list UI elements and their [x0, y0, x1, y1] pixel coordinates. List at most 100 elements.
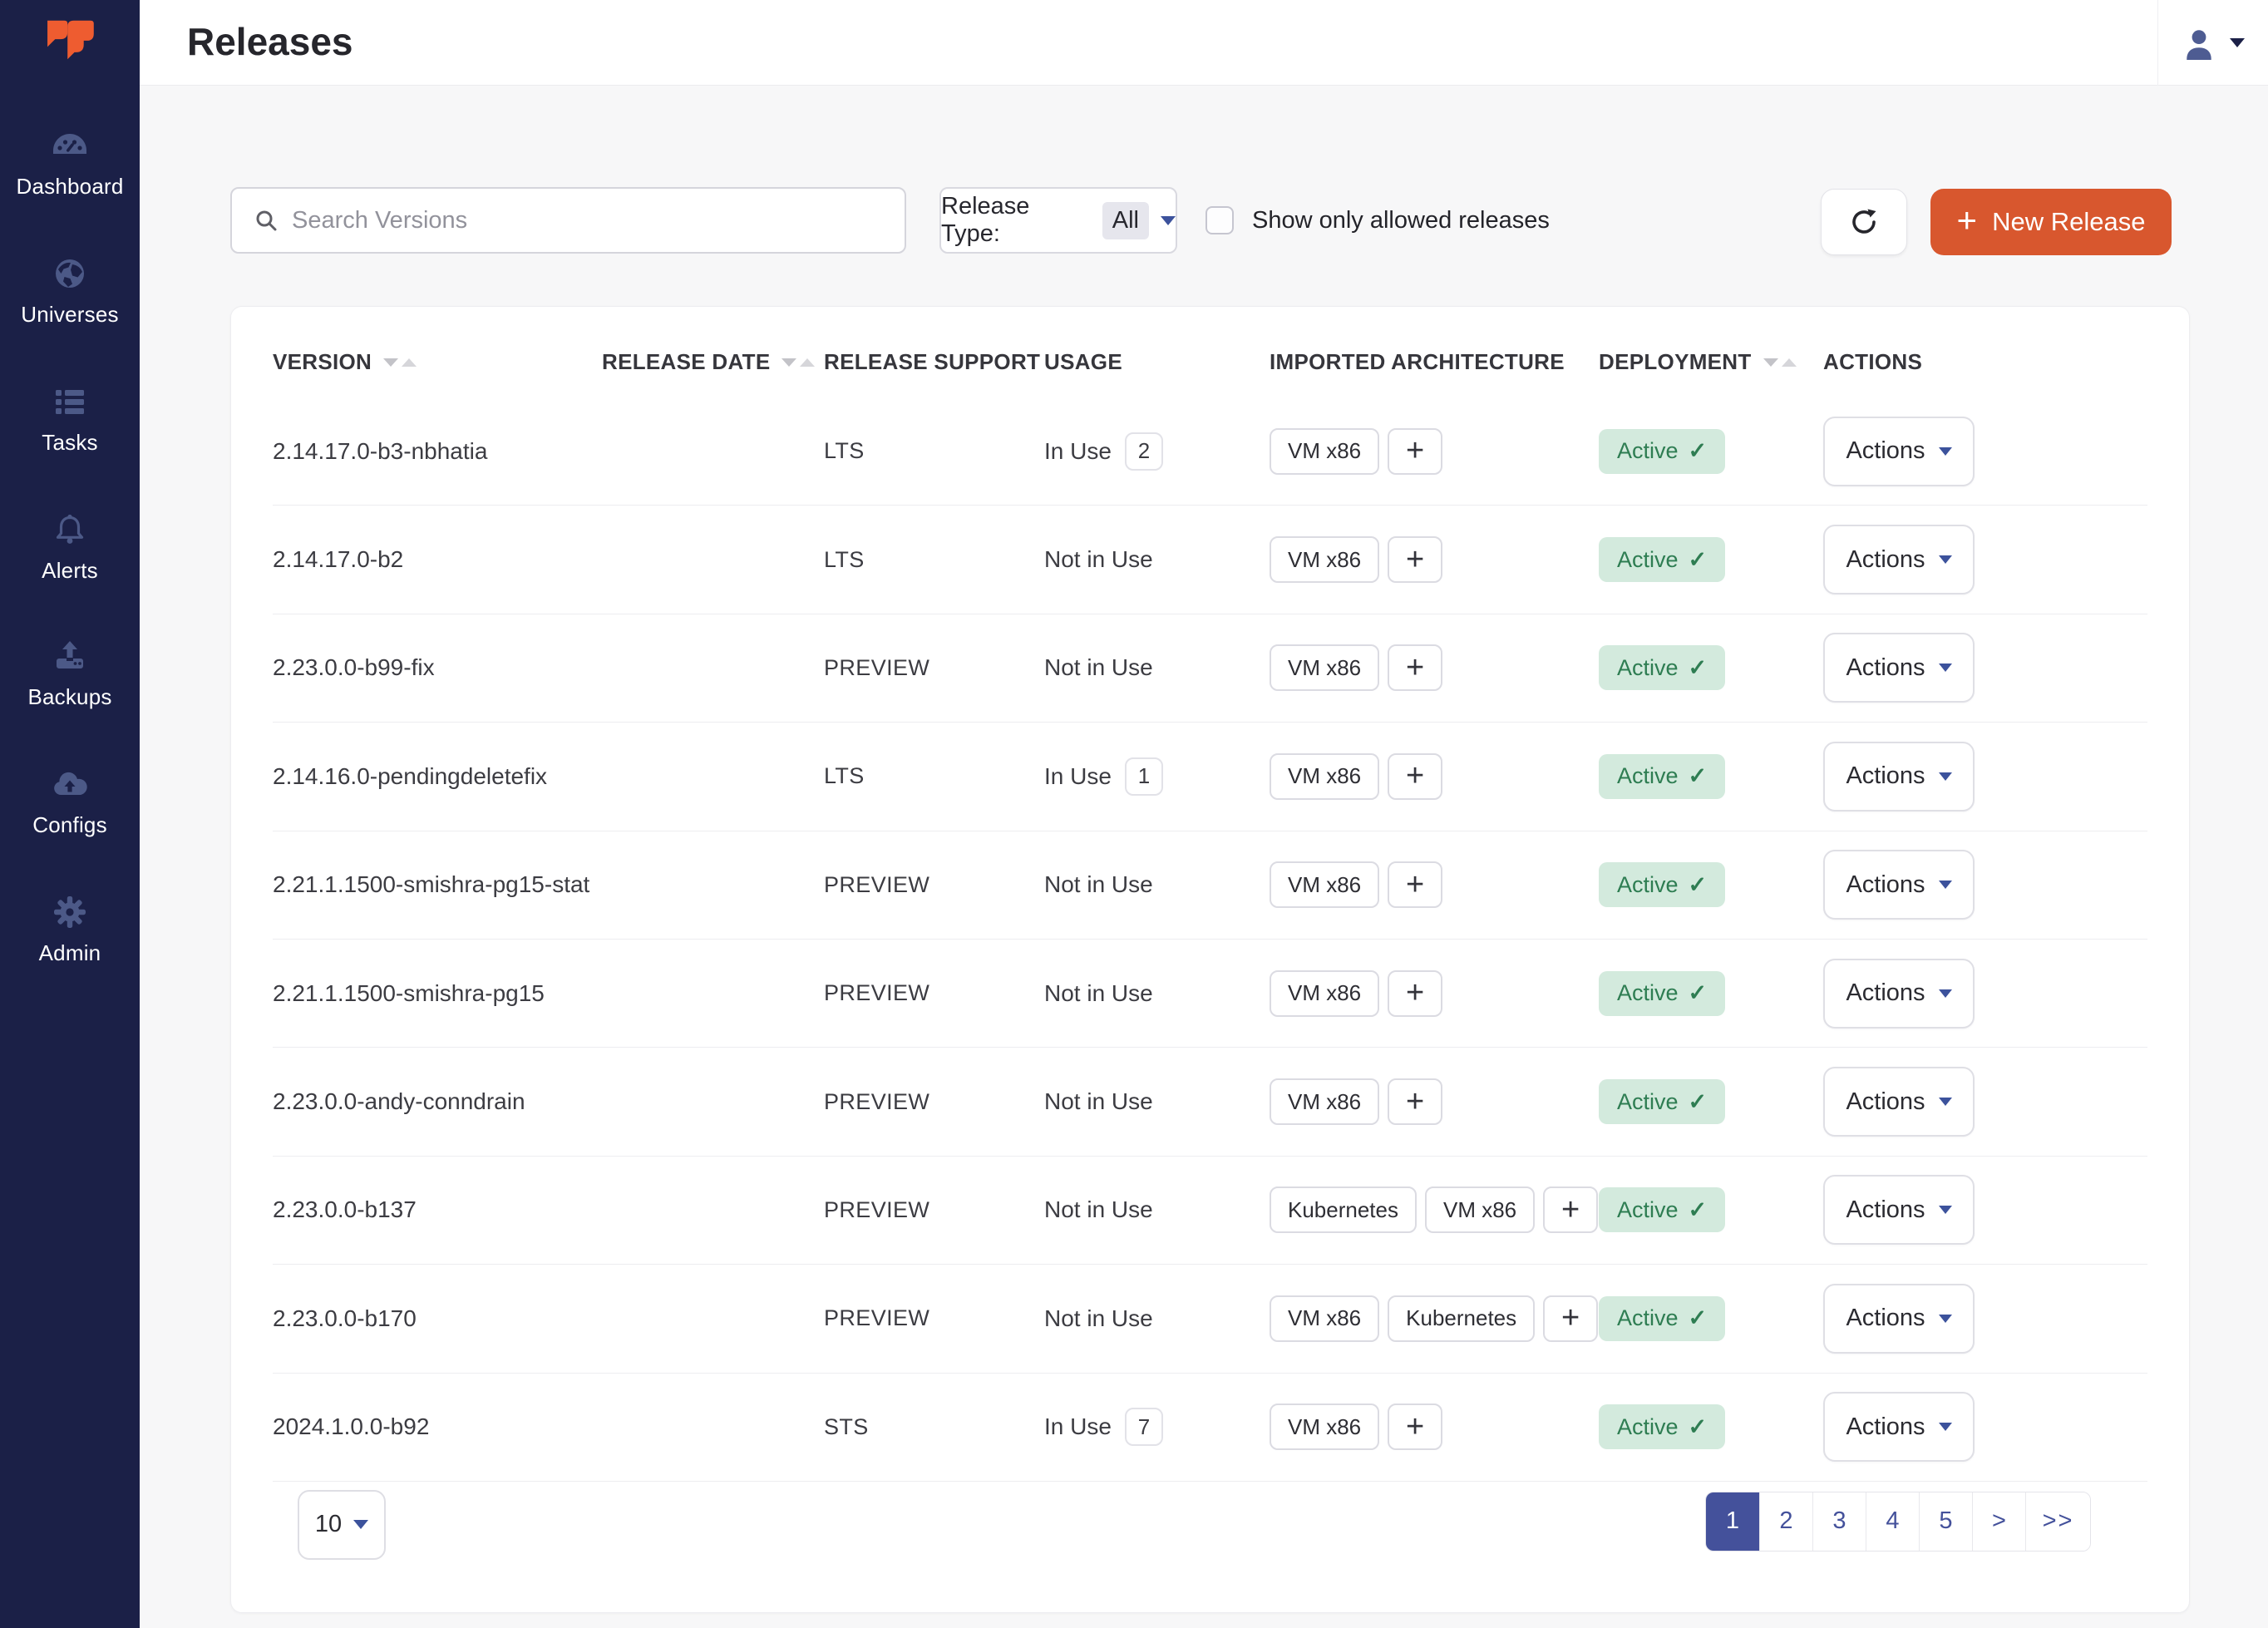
- actions-cell: Actions: [1823, 633, 2147, 703]
- pager-page-4[interactable]: 4: [1866, 1492, 1919, 1551]
- sort-desc-icon: [781, 358, 796, 367]
- column-header-actions: ACTIONS: [1823, 349, 2147, 375]
- refresh-button[interactable]: [1821, 189, 1907, 255]
- column-header-deployment[interactable]: DEPLOYMENT: [1599, 349, 1823, 375]
- row-actions-button[interactable]: Actions: [1823, 1175, 1975, 1245]
- pager-page-1[interactable]: 1: [1706, 1492, 1759, 1551]
- add-architecture-button[interactable]: +: [1388, 1078, 1442, 1125]
- architecture-chip: VM x86: [1270, 536, 1379, 583]
- usage-count-badge[interactable]: 1: [1125, 757, 1163, 796]
- add-architecture-button[interactable]: +: [1388, 644, 1442, 691]
- add-architecture-button[interactable]: +: [1543, 1295, 1598, 1342]
- usage-label: Not in Use: [1044, 980, 1153, 1007]
- yugabyte-logo[interactable]: [0, 18, 140, 62]
- show-only-allowed-checkbox[interactable]: [1205, 206, 1234, 234]
- table-header-row: VERSIONRELEASE DATERELEASE SUPPORTUSAGEI…: [273, 307, 2147, 397]
- row-actions-button[interactable]: Actions: [1823, 417, 1975, 486]
- sort-icons[interactable]: [383, 358, 417, 367]
- usage-count-badge[interactable]: 2: [1125, 432, 1163, 471]
- row-actions-button[interactable]: Actions: [1823, 525, 1975, 594]
- check-icon: ✓: [1689, 1089, 1708, 1115]
- check-icon: ✓: [1689, 547, 1708, 573]
- add-architecture-button[interactable]: +: [1543, 1186, 1598, 1233]
- task-list-icon: [49, 381, 91, 422]
- deployment-cell: Active ✓: [1599, 1404, 1823, 1449]
- row-actions-button[interactable]: Actions: [1823, 1392, 1975, 1462]
- search-input[interactable]: [292, 207, 874, 234]
- deployment-status-badge: Active ✓: [1599, 754, 1725, 799]
- search-icon: [254, 208, 279, 233]
- actions-cell: Actions: [1823, 850, 2147, 920]
- check-icon: ✓: [1689, 1414, 1708, 1440]
- sidebar-item-alerts[interactable]: Alerts: [0, 509, 140, 584]
- row-actions-button[interactable]: Actions: [1823, 850, 1975, 920]
- add-architecture-button[interactable]: +: [1388, 753, 1442, 800]
- check-icon: ✓: [1689, 1197, 1708, 1223]
- sidebar-item-label: Universes: [21, 302, 118, 328]
- sort-icons[interactable]: [1763, 358, 1797, 367]
- column-header-release-date[interactable]: RELEASE DATE: [602, 349, 824, 375]
- deployment-status-label: Active: [1617, 1197, 1679, 1223]
- chevron-down-icon: [2230, 38, 2245, 47]
- pager-last-button[interactable]: >>: [2025, 1492, 2090, 1551]
- sidebar-item-universes[interactable]: Universes: [0, 253, 140, 328]
- globe-icon: [49, 253, 91, 294]
- column-header-version[interactable]: VERSION: [273, 349, 602, 375]
- usage-count-badge[interactable]: 7: [1125, 1408, 1163, 1446]
- row-actions-button[interactable]: Actions: [1823, 633, 1975, 703]
- user-menu[interactable]: [2157, 0, 2268, 86]
- add-architecture-button[interactable]: +: [1388, 861, 1442, 908]
- release-type-dropdown[interactable]: Release Type: All: [939, 187, 1177, 254]
- imported-architecture-cell: VM x86+: [1270, 861, 1599, 908]
- table-row: 2.21.1.1500-smishra-pg15 PREVIEW Not in …: [273, 940, 2147, 1048]
- pager-page-3[interactable]: 3: [1812, 1492, 1866, 1551]
- row-actions-button[interactable]: Actions: [1823, 742, 1975, 812]
- actions-label: Actions: [1846, 654, 1925, 682]
- add-architecture-button[interactable]: +: [1388, 428, 1442, 475]
- topbar: Releases: [140, 0, 2268, 86]
- actions-label: Actions: [1846, 546, 1925, 574]
- check-icon: ✓: [1689, 655, 1708, 681]
- row-actions-button[interactable]: Actions: [1823, 959, 1975, 1029]
- show-only-allowed-toggle[interactable]: Show only allowed releases: [1205, 187, 1550, 254]
- deployment-status-badge: Active ✓: [1599, 537, 1725, 582]
- new-release-button[interactable]: + New Release: [1930, 189, 2172, 255]
- release-type-label: Release Type:: [941, 193, 1091, 248]
- pager-page-5[interactable]: 5: [1919, 1492, 1972, 1551]
- actions-cell: Actions: [1823, 1067, 2147, 1137]
- column-label: USAGE: [1044, 349, 1122, 375]
- actions-cell: Actions: [1823, 959, 2147, 1029]
- column-header-imported-architecture: IMPORTED ARCHITECTURE: [1270, 349, 1599, 375]
- deployment-status-label: Active: [1617, 872, 1679, 898]
- architecture-chip: VM x86: [1270, 428, 1379, 475]
- sort-icons[interactable]: [781, 358, 815, 367]
- add-architecture-button[interactable]: +: [1388, 536, 1442, 583]
- add-architecture-button[interactable]: +: [1388, 970, 1442, 1017]
- release-support-cell: PREVIEW: [824, 655, 1044, 681]
- usage-label: Not in Use: [1044, 1196, 1153, 1223]
- add-architecture-button[interactable]: +: [1388, 1404, 1442, 1450]
- sidebar-item-backups[interactable]: Backups: [0, 635, 140, 710]
- row-actions-button[interactable]: Actions: [1823, 1284, 1975, 1354]
- column-header-usage: USAGE: [1044, 349, 1270, 375]
- architecture-chip: VM x86: [1270, 970, 1379, 1017]
- pager-page-2[interactable]: 2: [1759, 1492, 1812, 1551]
- sidebar-item-tasks[interactable]: Tasks: [0, 381, 140, 456]
- sidebar-item-configs[interactable]: Configs: [0, 763, 140, 838]
- pager-next-button[interactable]: >: [1972, 1492, 2025, 1551]
- version-cell: 2.23.0.0-b137: [273, 1196, 602, 1223]
- usage-label: In Use: [1044, 438, 1112, 465]
- row-actions-button[interactable]: Actions: [1823, 1067, 1975, 1137]
- sidebar-item-dashboard[interactable]: Dashboard: [0, 125, 140, 200]
- sidebar-item-admin[interactable]: Admin: [0, 891, 140, 966]
- imported-architecture-cell: VM x86Kubernetes+: [1270, 1295, 1599, 1342]
- page-size-dropdown[interactable]: 10: [298, 1490, 386, 1560]
- deployment-status-label: Active: [1617, 763, 1679, 789]
- release-support-cell: LTS: [824, 763, 1044, 789]
- actions-label: Actions: [1846, 1196, 1925, 1224]
- actions-label: Actions: [1846, 871, 1925, 899]
- release-support-cell: PREVIEW: [824, 1197, 1044, 1223]
- chevron-down-icon: [1161, 216, 1176, 225]
- sidebar-item-label: Dashboard: [17, 174, 124, 200]
- imported-architecture-cell: VM x86+: [1270, 644, 1599, 691]
